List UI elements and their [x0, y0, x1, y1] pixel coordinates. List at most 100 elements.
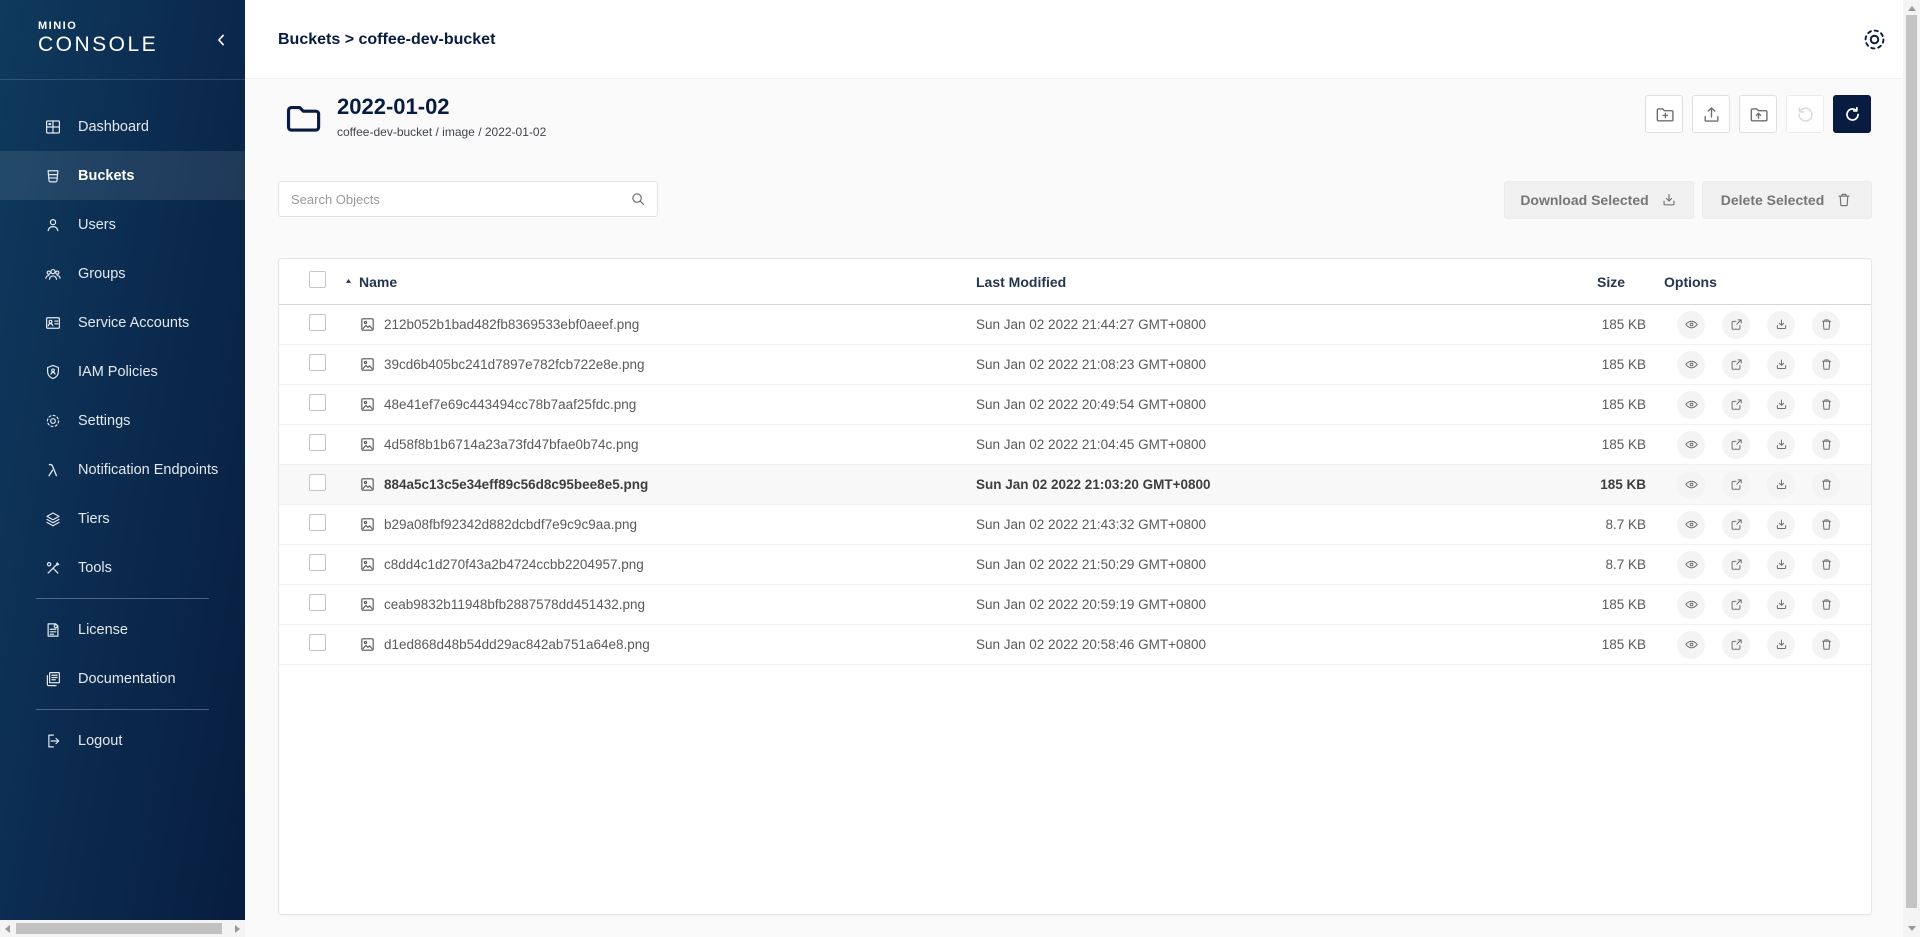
- download-button[interactable]: [1767, 351, 1795, 379]
- download-button[interactable]: [1767, 631, 1795, 659]
- delete-button[interactable]: [1812, 551, 1840, 579]
- delete-button[interactable]: [1812, 431, 1840, 459]
- sidebar-item[interactable]: IAM Policies: [0, 347, 245, 396]
- row-options: [1646, 591, 1872, 619]
- refresh-button[interactable]: [1833, 95, 1871, 133]
- size-cell: 185 KB: [1556, 437, 1646, 452]
- object-name-cell[interactable]: c8dd4c1d270f43a2b4724ccbb2204957.png: [359, 556, 976, 573]
- sidebar-item[interactable]: License: [0, 605, 245, 654]
- upload-file-button[interactable]: [1692, 95, 1730, 133]
- object-path-breadcrumb[interactable]: coffee-dev-bucket / image / 2022-01-02: [337, 125, 546, 139]
- object-name-cell[interactable]: 48e41ef7e69c443494cc78b7aaf25fdc.png: [359, 396, 976, 413]
- preview-button[interactable]: [1677, 351, 1705, 379]
- sidebar-item[interactable]: Dashboard: [0, 102, 245, 151]
- delete-button[interactable]: [1812, 511, 1840, 539]
- delete-button[interactable]: [1812, 471, 1840, 499]
- top-header: Buckets > coffee-dev-bucket: [245, 0, 1903, 79]
- sidebar-item[interactable]: Logout: [0, 716, 245, 765]
- sidebar-item[interactable]: Users: [0, 200, 245, 249]
- options-column-header: Options: [1646, 274, 1872, 290]
- object-name-cell[interactable]: d1ed868d48b54dd29ac842ab751a64e8.png: [359, 636, 976, 653]
- scroll-right-arrow-icon[interactable]: [235, 925, 240, 933]
- row-options: [1646, 431, 1872, 459]
- download-button[interactable]: [1767, 311, 1795, 339]
- horizontal-scrollbar-thumb[interactable]: [16, 923, 222, 934]
- preview-button[interactable]: [1677, 471, 1705, 499]
- sidebar-item[interactable]: Groups: [0, 249, 245, 298]
- share-button[interactable]: [1722, 511, 1750, 539]
- last-modified-column-header: Last Modified: [976, 274, 1556, 290]
- preview-button[interactable]: [1677, 631, 1705, 659]
- delete-button[interactable]: [1812, 311, 1840, 339]
- row-checkbox[interactable]: [309, 514, 326, 531]
- name-column-header[interactable]: Name: [343, 274, 976, 290]
- documentation-icon: [44, 670, 62, 688]
- share-button[interactable]: [1722, 351, 1750, 379]
- object-name-cell[interactable]: 4d58f8b1b6714a23a73fd47bfae0b74c.png: [359, 436, 976, 453]
- scroll-left-arrow-icon[interactable]: [5, 925, 10, 933]
- sidebar-item[interactable]: Settings: [0, 396, 245, 445]
- share-button[interactable]: [1722, 391, 1750, 419]
- rewind-button[interactable]: [1786, 95, 1824, 133]
- object-name-cell[interactable]: b29a08fbf92342d882dcbdf7e9c9c9aa.png: [359, 516, 976, 533]
- download-button[interactable]: [1767, 471, 1795, 499]
- delete-button[interactable]: [1812, 631, 1840, 659]
- preview-button[interactable]: [1677, 511, 1705, 539]
- delete-button[interactable]: [1812, 351, 1840, 379]
- sidebar-item[interactable]: Tiers: [0, 494, 245, 543]
- preview-button[interactable]: [1677, 551, 1705, 579]
- share-button[interactable]: [1722, 551, 1750, 579]
- preview-button[interactable]: [1677, 591, 1705, 619]
- breadcrumb[interactable]: Buckets > coffee-dev-bucket: [278, 0, 495, 79]
- upload-folder-button[interactable]: [1739, 95, 1777, 133]
- delete-button[interactable]: [1812, 391, 1840, 419]
- row-checkbox[interactable]: [309, 594, 326, 611]
- sidebar-item[interactable]: Tools: [0, 543, 245, 592]
- settings-gear-icon[interactable]: [1860, 25, 1889, 54]
- preview-button[interactable]: [1677, 431, 1705, 459]
- new-path-button[interactable]: [1645, 95, 1683, 133]
- lambda-icon: [44, 461, 62, 479]
- row-checkbox[interactable]: [309, 394, 326, 411]
- vertical-scrollbar[interactable]: [1903, 0, 1920, 937]
- vertical-scrollbar-thumb[interactable]: [1906, 15, 1917, 908]
- scroll-down-arrow-icon[interactable]: [1908, 926, 1916, 931]
- delete-button[interactable]: [1812, 591, 1840, 619]
- share-button[interactable]: [1722, 431, 1750, 459]
- preview-button[interactable]: [1677, 311, 1705, 339]
- download-button[interactable]: [1767, 591, 1795, 619]
- sidebar-item[interactable]: Documentation: [0, 654, 245, 703]
- share-button[interactable]: [1722, 471, 1750, 499]
- object-name-cell[interactable]: 884a5c13c5e34eff89c56d8c95bee8e5.png: [359, 476, 976, 493]
- search-input[interactable]: [278, 181, 658, 217]
- object-name-cell[interactable]: 39cd6b405bc241d7897e782fcb722e8e.png: [359, 356, 976, 373]
- select-all-checkbox[interactable]: [309, 271, 326, 288]
- share-button[interactable]: [1722, 591, 1750, 619]
- download-selected-label: Download Selected: [1520, 192, 1648, 208]
- download-button[interactable]: [1767, 511, 1795, 539]
- sidebar-item[interactable]: Buckets: [0, 151, 245, 200]
- download-selected-button[interactable]: Download Selected: [1504, 181, 1694, 219]
- row-checkbox[interactable]: [309, 314, 326, 331]
- share-button[interactable]: [1722, 311, 1750, 339]
- row-checkbox[interactable]: [309, 474, 326, 491]
- share-button[interactable]: [1722, 631, 1750, 659]
- object-name-cell[interactable]: 212b052b1bad482fb8369533ebf0aeef.png: [359, 316, 976, 333]
- sidebar-item[interactable]: Notification Endpoints: [0, 445, 245, 494]
- delete-selected-button[interactable]: Delete Selected: [1702, 181, 1872, 219]
- scroll-up-arrow-icon[interactable]: [1908, 6, 1916, 11]
- sidebar-item[interactable]: Service Accounts: [0, 298, 245, 347]
- sidebar-collapse-button[interactable]: [211, 30, 231, 50]
- row-checkbox[interactable]: [309, 354, 326, 371]
- row-checkbox[interactable]: [309, 634, 326, 651]
- horizontal-scrollbar[interactable]: [0, 920, 245, 937]
- download-button[interactable]: [1767, 551, 1795, 579]
- row-checkbox[interactable]: [309, 554, 326, 571]
- object-name-cell[interactable]: ceab9832b11948bfb2887578dd451432.png: [359, 596, 976, 613]
- download-button[interactable]: [1767, 431, 1795, 459]
- 884a5c13c5e34eff89c56d8c95bee8e5.png: 884a5c13c5e34eff89c56d8c95bee8e5.png Sun…: [279, 465, 1871, 505]
- preview-button[interactable]: [1677, 391, 1705, 419]
- row-checkbox[interactable]: [309, 434, 326, 451]
- 212b052b1bad482fb8369533ebf0aeef.png: 212b052b1bad482fb8369533ebf0aeef.png Sun…: [279, 305, 1871, 345]
- download-button[interactable]: [1767, 391, 1795, 419]
